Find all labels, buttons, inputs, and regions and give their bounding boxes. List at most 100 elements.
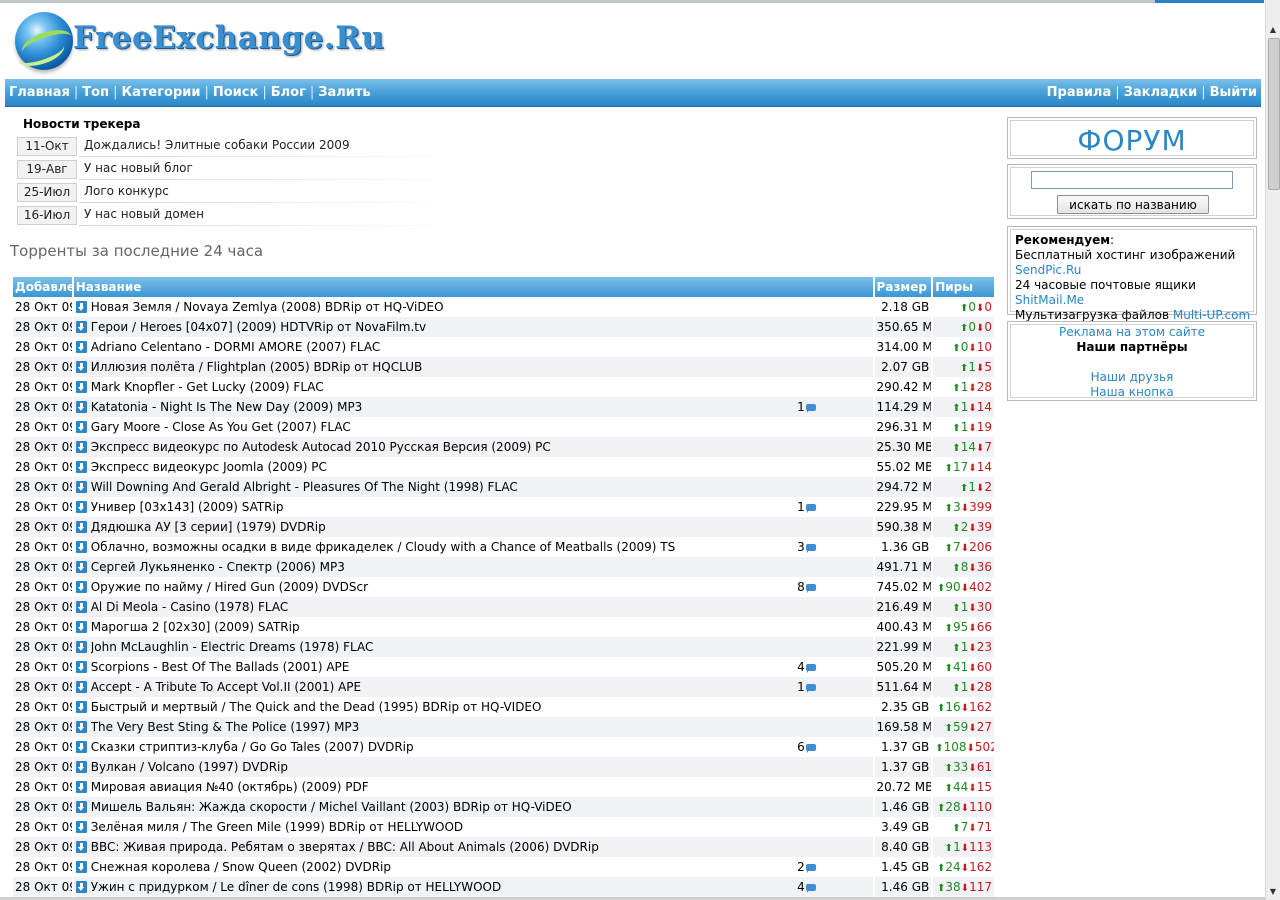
header-peers[interactable]: Пиры [933,277,994,297]
torrent-link[interactable]: Иллюзия полёта / Flightplan (2005) BDRip… [91,360,423,374]
download-icon[interactable] [75,400,87,413]
torrent-link[interactable]: Марогша 2 [02x30] (2009) SATRip [91,620,300,634]
download-icon[interactable] [75,380,87,393]
nav-link-left-2[interactable]: Категории [121,85,200,100]
torrent-link[interactable]: Быстрый и мертвый / The Quick and the De… [91,700,542,714]
comment-count[interactable]: 4 [797,880,816,894]
download-icon[interactable] [75,620,87,633]
torrent-link[interactable]: BBC: Живая природа. Ребятам о зверятах /… [91,840,599,854]
search-input[interactable] [1031,171,1233,189]
torrent-link[interactable]: Сказки стриптиз-клуба / Go Go Tales (200… [91,740,414,754]
nav-link-right-0[interactable]: Правила [1047,85,1112,100]
download-icon[interactable] [75,460,87,473]
torrent-link[interactable]: Ужин с придурком / Le dîner de cons (199… [91,880,502,894]
news-link[interactable]: Лого конкурс [84,183,169,200]
torrent-link[interactable]: Gary Moore - Close As You Get (2007) FLA… [91,420,351,434]
news-link[interactable]: У нас новый блог [84,160,193,177]
shitmail-link[interactable]: ShitMail.Me [1015,293,1084,307]
download-icon[interactable] [75,660,87,673]
torrent-link[interactable]: Вулкан / Volcano (1997) DVDRip [91,760,288,774]
multiup-link[interactable]: Multi-UP.com [1173,308,1250,322]
torrent-link[interactable]: Дядюшка АУ [3 серии] (1979) DVDRip [91,520,326,534]
download-icon[interactable] [75,500,87,513]
download-icon[interactable] [75,760,87,773]
download-icon[interactable] [75,820,87,833]
friends-link[interactable]: Наши друзья [1091,370,1174,384]
torrent-link[interactable]: Снежная королева / Snow Queen (2002) DVD… [91,860,391,874]
header-date[interactable]: Добавлен [13,277,72,297]
torrent-link[interactable]: Облачно, возможны осадки в виде фрикадел… [91,540,675,554]
torrent-link[interactable]: Scorpions - Best Of The Ballads (2001) A… [91,660,350,674]
download-icon[interactable] [75,640,87,653]
download-icon[interactable] [75,420,87,433]
torrent-link[interactable]: Зелёная миля / The Green Mile (1999) BDR… [91,820,463,834]
forum-box[interactable]: ФОРУМ [1007,117,1257,159]
sendpic-link[interactable]: SendPic.Ru [1015,263,1081,277]
nav-link-left-5[interactable]: Залить [318,85,370,100]
comment-count[interactable]: 1 [797,680,816,694]
scroll-up-arrow-icon[interactable]: ▲ [1266,22,1280,37]
torrent-link[interactable]: Новая Земля / Novaya Zemlya (2008) BDRip… [91,300,444,314]
torrent-link[interactable]: Герои / Heroes [04x07] (2009) HDTVRip от… [91,320,426,334]
torrent-link[interactable]: Оружие по найму / Hired Gun (2009) DVDSc… [91,580,368,594]
nav-link-right-2[interactable]: Выйти [1210,85,1257,100]
download-icon[interactable] [75,480,87,493]
torrent-link[interactable]: Мировая авиация №40 (октябрь) (2009) PDF [91,780,369,794]
torrent-link[interactable]: Мишель Вальян: Жажда скорости / Michel V… [91,800,572,814]
nav-link-right-1[interactable]: Закладки [1124,85,1198,100]
advertising-link[interactable]: Реклама на этом сайте [1059,325,1205,339]
comment-count[interactable]: 4 [797,660,816,674]
vertical-scrollbar[interactable]: ▲ ▼ [1265,0,1280,900]
news-link[interactable]: Дождались! Элитные собаки России 2009 [84,137,350,154]
torrent-link[interactable]: Экспресс видеокурс по Autodesk Autocad 2… [91,440,551,454]
download-icon[interactable] [75,560,87,573]
nav-link-left-3[interactable]: Поиск [213,85,258,100]
download-icon[interactable] [75,300,87,313]
torrent-link[interactable]: Универ [03x143] (2009) SATRip [91,500,284,514]
download-icon[interactable] [75,340,87,353]
torrent-link[interactable]: Will Downing And Gerald Albright - Pleas… [91,480,518,494]
download-icon[interactable] [75,780,87,793]
download-icon[interactable] [75,740,87,753]
comment-count[interactable]: 2 [797,860,816,874]
torrent-link[interactable]: Сергей Лукьяненко - Спектр (2006) MP3 [91,560,345,574]
nav-link-left-4[interactable]: Блог [271,85,306,100]
torrent-link[interactable]: Katatonia - Night Is The New Day (2009) … [91,400,363,414]
download-icon[interactable] [75,580,87,593]
download-icon[interactable] [75,700,87,713]
our-button-link[interactable]: Наша кнопка [1090,385,1173,399]
download-icon[interactable] [75,840,87,853]
comment-count[interactable]: 3 [797,540,816,554]
comment-count[interactable]: 8 [797,580,816,594]
comment-count[interactable]: 1 [797,500,816,514]
torrent-link[interactable]: Экспресс видеокурс Joomla (2009) PC [91,460,327,474]
scrollbar-thumb[interactable] [1268,38,1280,190]
download-icon[interactable] [75,720,87,733]
torrent-link[interactable]: Accept - A Tribute To Accept Vol.II (200… [91,680,361,694]
torrent-link[interactable]: The Very Best Sting & The Police (1997) … [91,720,360,734]
download-icon[interactable] [75,600,87,613]
search-button[interactable]: искать по названию [1057,195,1209,214]
site-logo[interactable]: FreeExchange.Ru [14,12,384,74]
download-icon[interactable] [75,860,87,873]
download-icon[interactable] [75,320,87,333]
nav-link-left-1[interactable]: Топ [82,85,109,100]
forum-link[interactable]: ФОРУМ [1008,124,1256,157]
nav-link-left-0[interactable]: Главная [9,85,70,100]
header-size[interactable]: Размер [874,277,932,297]
download-icon[interactable] [75,800,87,813]
download-icon[interactable] [75,360,87,373]
download-icon[interactable] [75,520,87,533]
torrent-link[interactable]: Al Di Meola - Casino (1978) FLAC [91,600,289,614]
scroll-down-arrow-icon[interactable]: ▼ [1266,884,1280,899]
comment-count[interactable]: 1 [797,400,816,414]
download-icon[interactable] [75,880,87,893]
torrent-link[interactable]: Adriano Celentano - DORMI AMORE (2007) F… [91,340,380,354]
torrent-link[interactable]: John McLaughlin - Electric Dreams (1978)… [91,640,374,654]
download-icon[interactable] [75,680,87,693]
header-name[interactable]: Название [73,277,873,297]
download-icon[interactable] [75,440,87,453]
news-link[interactable]: У нас новый домен [84,206,204,223]
comment-count[interactable]: 6 [797,740,816,754]
download-icon[interactable] [75,540,87,553]
